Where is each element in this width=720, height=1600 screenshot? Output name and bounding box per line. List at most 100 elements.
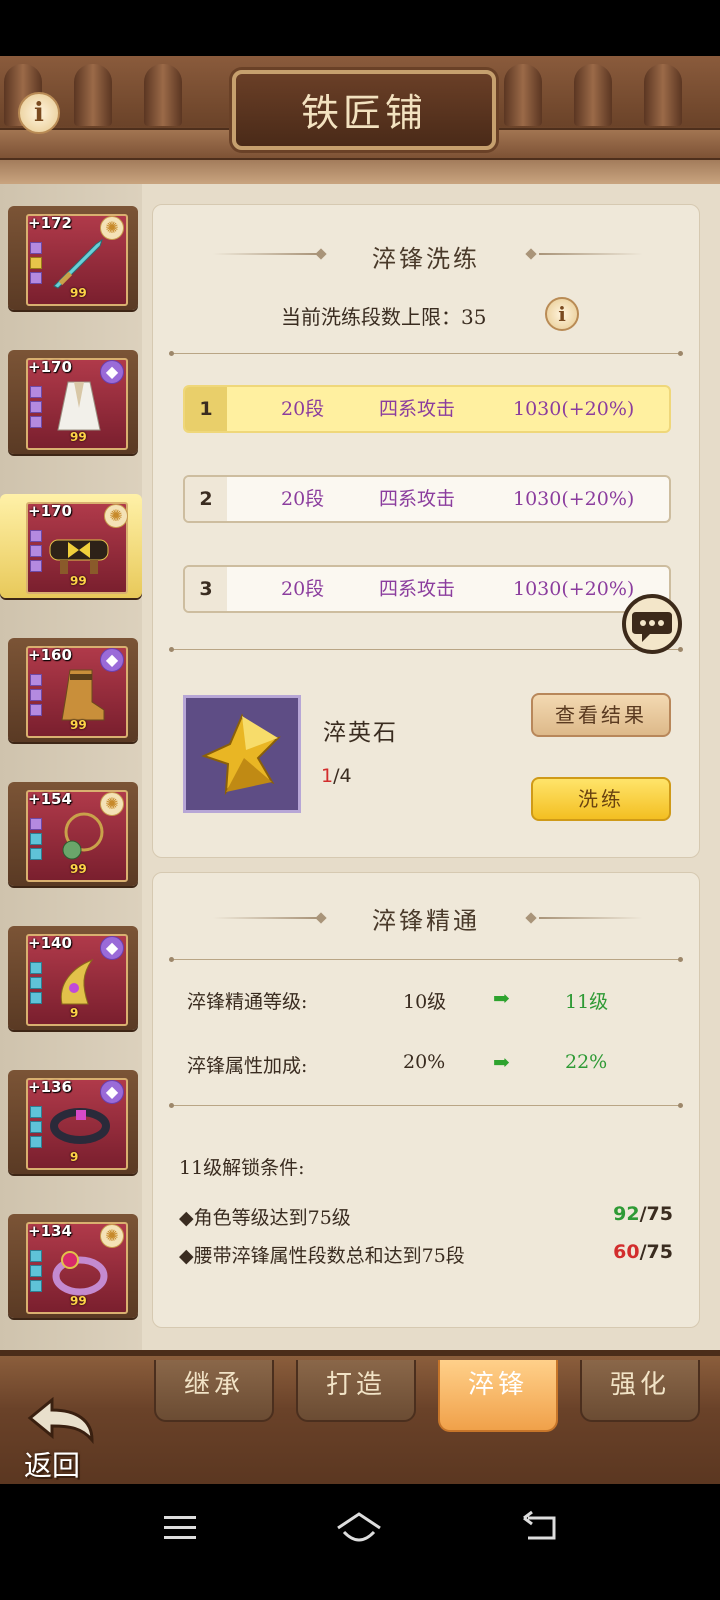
item-level: +134 (28, 1222, 72, 1240)
equipment-slot[interactable]: ◆ +170 99 (8, 350, 138, 454)
condition-progress: 92/75 (613, 1203, 673, 1225)
refine-cap-label: 当前洗练段数上限：35 (281, 305, 487, 329)
info-icon[interactable]: i (18, 92, 60, 134)
refine-panel: 淬锋洗练 当前洗练段数上限：35 i 1 20段 四系攻击 1030(+20%)… (152, 204, 700, 858)
tab-inherit[interactable]: 继承 (154, 1360, 274, 1422)
equipment-slot-selected[interactable]: ✺ +170 99 (0, 494, 142, 598)
row-value: 1030(+20%) (513, 398, 635, 420)
row-segments: 20段 (281, 398, 325, 420)
item-level: +170 (28, 502, 72, 520)
row-value: 1030(+20%) (513, 488, 635, 510)
separator (169, 1103, 683, 1108)
stat-to: 11级 (565, 991, 609, 1013)
equipment-slot[interactable]: ◆ +140 9 (8, 926, 138, 1030)
row-index: 3 (185, 567, 227, 611)
back-nav-icon[interactable] (522, 1510, 562, 1544)
item-count: 9 (70, 1150, 79, 1164)
row-index: 2 (185, 477, 227, 521)
tab-temper[interactable]: 淬锋 (438, 1360, 558, 1432)
row-attribute: 四系攻击 (379, 488, 456, 510)
item-count: 99 (70, 286, 87, 300)
belt-icon (49, 539, 109, 574)
condition-current: 92 (613, 1203, 640, 1225)
menu-icon[interactable] (160, 1512, 200, 1544)
item-count: 99 (70, 574, 87, 588)
item-level: +154 (28, 790, 72, 808)
separator (169, 957, 683, 962)
chat-icon (632, 612, 672, 642)
item-level: +170 (28, 358, 72, 376)
view-result-button[interactable]: 查看结果 (531, 693, 671, 737)
row-index: 1 (185, 387, 227, 431)
unlock-condition: ◆腰带淬锋属性段数总和达到75段 (179, 1245, 465, 1267)
separator (169, 647, 683, 652)
horn-ornament-icon (60, 958, 94, 1005)
diamond-badge-icon: ◆ (100, 360, 124, 384)
info-icon[interactable]: i (545, 297, 579, 331)
refine-row[interactable]: 2 20段 四系攻击 1030(+20%) (183, 475, 671, 523)
separator (169, 351, 683, 356)
diamond-badge-icon: ◆ (100, 648, 124, 672)
condition-current: 60 (613, 1241, 640, 1263)
row-attribute: 四系攻击 (379, 398, 456, 420)
item-count: 99 (70, 862, 87, 876)
item-count: 99 (70, 430, 87, 444)
mastery-section-title: 淬锋精通 (372, 907, 480, 935)
row-segments: 20段 (281, 578, 325, 600)
crystal-icon (201, 713, 281, 796)
condition-target: /75 (639, 1203, 673, 1225)
home-icon[interactable] (334, 1508, 384, 1548)
sword-icon (53, 238, 103, 289)
tab-forge[interactable]: 打造 (296, 1360, 416, 1422)
material-have: 1 (321, 765, 334, 787)
item-level: +172 (28, 214, 72, 232)
equipment-slot[interactable]: ✺ +134 99 (8, 1214, 138, 1318)
necklace-icon (62, 812, 104, 860)
mastery-panel: 淬锋精通 淬锋精通等级: 10级 ➡ 11级 淬锋属性加成: 20% ➡ 22%… (152, 872, 700, 1328)
boots-icon (61, 669, 105, 721)
tab-enhance[interactable]: 强化 (580, 1360, 700, 1422)
row-value: 1030(+20%) (513, 578, 635, 600)
unlock-condition: ◆角色等级达到75级 (179, 1207, 351, 1229)
item-count: 99 (70, 718, 87, 732)
chat-button[interactable] (622, 594, 682, 654)
material-need: /4 (333, 765, 352, 787)
equipment-slot[interactable]: ◆ +160 99 (8, 638, 138, 742)
item-level: +160 (28, 646, 72, 664)
diamond-badge-icon: ◆ (100, 936, 124, 960)
robe-icon (57, 381, 101, 431)
row-segments: 20段 (281, 488, 325, 510)
system-nav-bar (0, 1484, 720, 1600)
material-item[interactable] (183, 695, 301, 813)
item-level: +136 (28, 1078, 72, 1096)
stat-to: 22% (565, 1051, 608, 1073)
refine-row[interactable]: 1 20段 四系攻击 1030(+20%) (183, 385, 671, 433)
diamond-badge-icon: ◆ (100, 1080, 124, 1104)
material-count: 1/4 (321, 765, 352, 787)
stat-label: 淬锋属性加成: (187, 1055, 308, 1077)
item-level: +140 (28, 934, 72, 952)
condition-progress: 60/75 (613, 1241, 673, 1263)
equipment-sidebar: ✺ +172 99 ◆ +170 99 ✺ +170 99 ◆ +160 99 … (0, 184, 142, 1380)
equipment-slot[interactable]: ✺ +154 99 (8, 782, 138, 886)
item-count: 99 (70, 1294, 87, 1308)
star-badge-icon: ✺ (100, 216, 124, 240)
refine-row[interactable]: 3 20段 四系攻击 1030(+20%) (183, 565, 671, 613)
bracer-icon (50, 1108, 110, 1144)
star-badge-icon: ✺ (100, 1224, 124, 1248)
material-name: 淬英石 (323, 720, 398, 746)
stat-from: 10级 (403, 991, 447, 1013)
equipment-slot[interactable]: ◆ +136 9 (8, 1070, 138, 1174)
item-count: 9 (70, 1006, 79, 1020)
stat-from: 20% (403, 1051, 446, 1073)
refine-button[interactable]: 洗练 (531, 777, 671, 821)
arrow-right-icon: ➡ (493, 1050, 510, 1074)
stat-label: 淬锋精通等级: (187, 991, 308, 1013)
refine-section-title: 淬锋洗练 (372, 245, 480, 273)
equipment-slot[interactable]: ✺ +172 99 (8, 206, 138, 310)
ring-icon (52, 1251, 108, 1296)
condition-target: /75 (639, 1241, 673, 1263)
row-attribute: 四系攻击 (379, 578, 456, 600)
page-title: 铁匠铺 (300, 91, 427, 135)
arrow-right-icon: ➡ (493, 986, 510, 1010)
